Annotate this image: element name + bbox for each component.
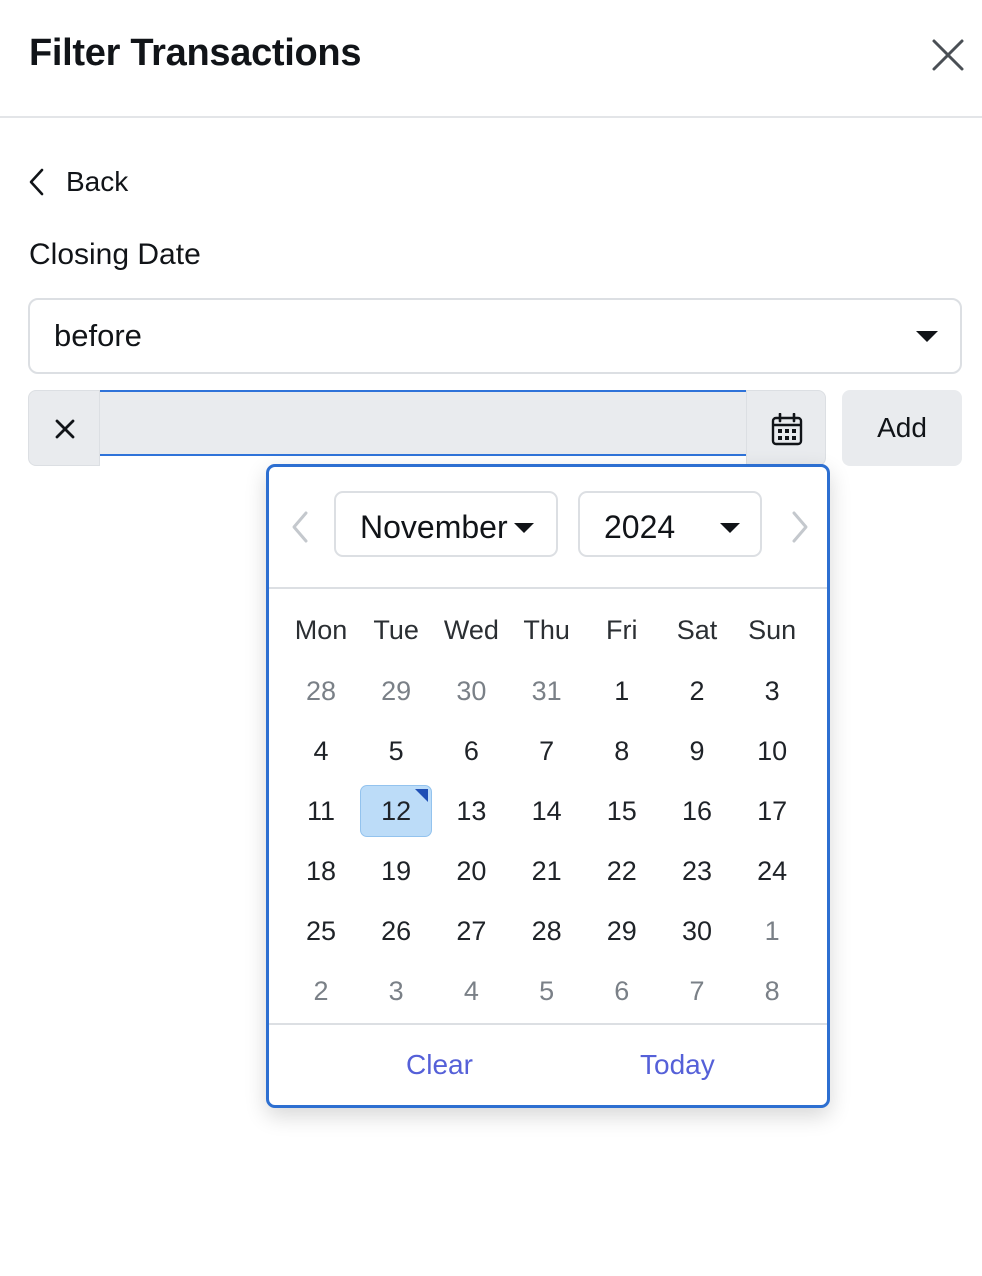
field-label: Closing Date [29,238,201,271]
weekday-header: Tue [373,615,419,645]
day-cell[interactable]: 3 [360,965,432,1017]
day-cell[interactable]: 13 [435,785,507,837]
day-cell[interactable]: 5 [511,965,583,1017]
calendar-button[interactable] [746,390,826,466]
weekday-header: Sun [748,615,797,645]
day-cell[interactable]: 4 [285,725,357,777]
day-cell[interactable]: 29 [586,905,658,957]
day-cell[interactable]: 10 [736,725,808,777]
day-cell[interactable]: 3 [736,665,808,717]
day-cell[interactable]: 17 [736,785,808,837]
weekday-header: Mon [294,615,348,645]
add-button[interactable]: Add [842,390,962,466]
chevron-left-icon [29,168,44,196]
day-cell[interactable]: 18 [285,845,357,897]
operator-select[interactable]: before [28,298,962,374]
day-cell[interactable]: 9 [661,725,733,777]
day-cell[interactable]: 19 [360,845,432,897]
today-button[interactable]: Today [640,1049,715,1081]
day-cell[interactable]: 24 [736,845,808,897]
day-cell[interactable]: 6 [435,725,507,777]
calendar-icon [771,413,803,446]
datepicker-popup: November 2024 Mon Tue Wed Thu Fri Sat Sun 28 29… [266,464,830,1108]
chevron-left-icon [292,511,308,543]
day-cell[interactable]: 26 [360,905,432,957]
weekday-header: Wed [443,615,499,645]
date-input-group [28,390,826,466]
panel-header: Filter Transactions [0,0,982,118]
day-cell[interactable]: 1 [586,665,658,717]
back-button[interactable]: Back [26,160,128,204]
chevron-right-icon [792,511,808,543]
clear-button[interactable]: Clear [406,1049,473,1081]
day-cell[interactable]: 8 [736,965,808,1017]
operator-value: before [54,318,142,353]
day-cell[interactable]: 8 [586,725,658,777]
day-cell[interactable]: 2 [285,965,357,1017]
weekday-header: Sat [676,615,718,645]
close-icon [932,39,964,71]
caret-down-icon [514,523,534,533]
day-cell[interactable]: 22 [586,845,658,897]
day-cell[interactable]: 2 [661,665,733,717]
x-icon [55,419,75,439]
day-cell[interactable]: 23 [661,845,733,897]
day-cell[interactable]: 11 [285,785,357,837]
date-input[interactable] [100,390,746,456]
day-cell[interactable]: 4 [435,965,507,1017]
month-value: November [360,509,508,545]
day-cell[interactable]: 6 [586,965,658,1017]
day-cell[interactable]: 7 [661,965,733,1017]
day-cell[interactable]: 27 [435,905,507,957]
day-cell[interactable]: 21 [511,845,583,897]
day-cell[interactable]: 7 [511,725,583,777]
panel-title: Filter Transactions [29,32,362,74]
day-cell-selected[interactable]: 12 [360,785,433,837]
day-cell[interactable]: 25 [285,905,357,957]
day-cell[interactable]: 28 [285,665,357,717]
day-cell[interactable]: 20 [435,845,507,897]
day-cell[interactable]: 30 [661,905,733,957]
caret-down-icon [916,331,938,342]
day-cell[interactable]: 30 [435,665,507,717]
day-cell[interactable]: 1 [736,905,808,957]
day-cell[interactable]: 5 [360,725,432,777]
day-cell[interactable]: 16 [661,785,733,837]
day-cell[interactable]: 14 [511,785,583,837]
day-cell[interactable]: 28 [511,905,583,957]
datepicker-header: November 2024 [269,467,827,589]
caret-down-icon [720,523,740,533]
weekday-header: Thu [523,615,570,645]
year-value: 2024 [604,509,676,545]
next-month-button[interactable] [787,507,813,547]
prev-month-button[interactable] [287,507,313,547]
day-cell[interactable]: 29 [360,665,432,717]
back-label: Back [66,166,129,197]
year-select[interactable]: 2024 [578,491,762,557]
close-button[interactable] [928,35,968,75]
clear-date-button[interactable] [28,390,100,466]
day-cell[interactable]: 15 [586,785,658,837]
datepicker-footer: Clear Today [269,1023,827,1105]
day-cell[interactable]: 31 [511,665,583,717]
weekday-header: Fri [606,615,638,645]
month-select[interactable]: November [334,491,558,557]
